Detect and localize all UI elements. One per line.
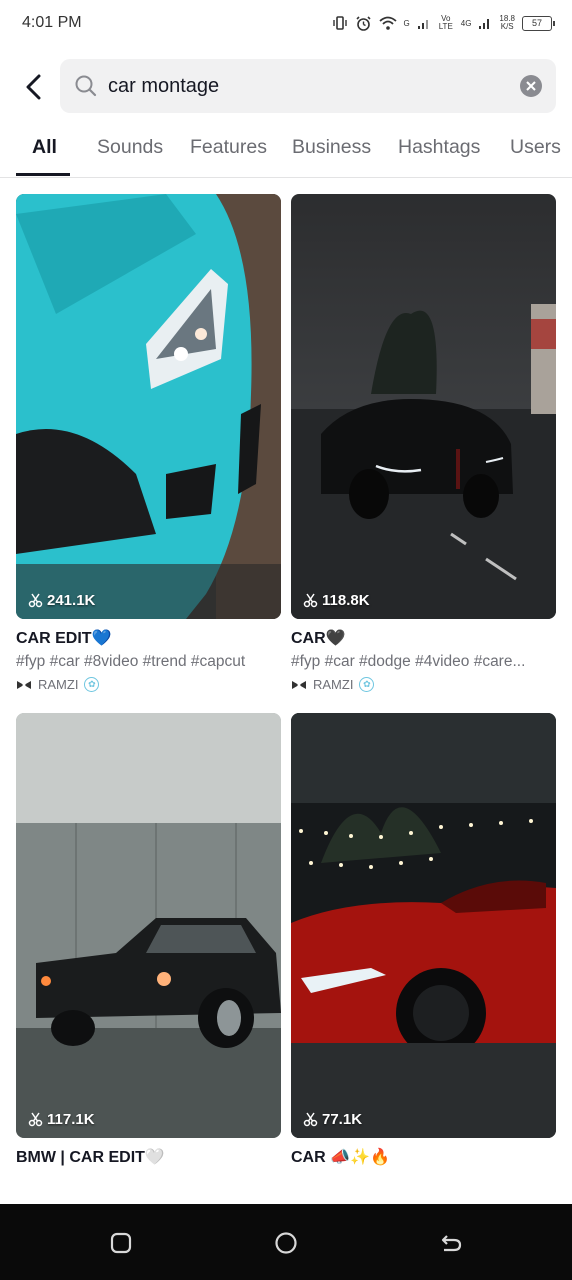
uses-count-value: 118.8K [322,592,370,609]
clear-search-button[interactable] [520,75,542,97]
card-title: BMW | CAR EDIT🤍 [16,1149,165,1166]
result-card[interactable]: 118.8K CAR🖤 #fyp #car #dodge #4video #ca… [291,194,556,692]
tab-business[interactable]: Business [292,136,371,159]
signal-icon [417,12,431,34]
scissors-icon [303,1112,318,1127]
tab-sounds[interactable]: Sounds [97,136,163,159]
card-hashtags: #fyp #car #8video #trend #capcut [16,653,246,670]
thumbnail-image [291,194,556,619]
card-title: CAR🖤 [291,630,346,647]
back-arrow-icon [26,74,41,100]
thumbnail-image [291,713,556,1138]
video-thumbnail[interactable]: 117.1K [16,713,281,1138]
search-tabs: All Sounds Features Business Hashtags Us… [0,126,572,178]
search-header [0,58,572,118]
result-card[interactable]: 77.1K CAR 📣✨🔥 [291,713,556,1167]
clear-icon [526,81,536,91]
video-thumbnail[interactable]: 118.8K [291,194,556,619]
result-card[interactable]: 241.1K CAR EDIT💙 #fyp #car #8video #tren… [16,194,281,692]
uses-count-value: 241.1K [47,592,96,609]
uses-count: 77.1K [303,1111,362,1128]
card-author[interactable]: RAMZI ✿ [291,677,556,692]
results-grid: 241.1K CAR EDIT💙 #fyp #car #8video #tren… [0,194,572,1204]
card-hashtags: #fyp #car #dodge #4video #care... [291,653,526,670]
alarm-icon [355,12,372,34]
tab-features[interactable]: Features [190,136,267,159]
search-icon [75,75,97,97]
verified-badge-icon: ✿ [359,677,375,692]
network-speed-unit: K/S [500,22,514,31]
uses-count: 117.1K [28,1111,95,1128]
network-g-label: G [403,18,410,28]
thumbnail-image [16,713,281,1138]
tab-users[interactable]: Users [510,136,561,159]
status-bar: 4:01 PM G Vo LTE 4G 18.8 K/S 57 [0,0,572,48]
scissors-icon [28,593,43,608]
status-icons: G Vo LTE 4G 18.8 K/S 57 [332,12,555,34]
thumbnail-image [16,194,281,619]
wifi-icon [378,12,397,34]
card-title: CAR EDIT💙 [16,630,112,647]
status-time: 4:01 PM [22,14,82,31]
scissors-icon [28,1112,43,1127]
active-tab-indicator [16,173,70,176]
back-button[interactable] [18,70,50,104]
volte-label: Vo LTE [438,14,453,31]
verified-badge-icon: ✿ [84,677,100,692]
uses-count-value: 77.1K [322,1111,363,1128]
vibrate-icon [332,12,348,34]
network-speed: 18.8 K/S [499,12,515,34]
uses-count: 118.8K [303,592,370,609]
author-logo-icon [17,680,31,689]
uses-count: 241.1K [28,592,95,609]
battery-level: 57 [531,18,542,28]
author-name: RAMZI [313,677,354,692]
system-navigation-bar [0,1204,572,1280]
card-author[interactable]: RAMZI ✿ [16,677,281,692]
author-logo-icon [292,680,306,689]
uses-count-value: 117.1K [47,1111,95,1128]
author-name: RAMZI [38,677,79,692]
battery-icon: 57 [522,15,555,31]
result-card[interactable]: 117.1K BMW | CAR EDIT🤍 [16,713,281,1167]
tab-hashtags[interactable]: Hashtags [398,136,480,159]
scissors-icon [303,593,318,608]
search-input[interactable] [108,73,508,99]
video-thumbnail[interactable]: 241.1K [16,194,281,619]
tab-all[interactable]: All [32,136,57,159]
signal-4g-icon [478,12,492,34]
back-icon[interactable] [438,1230,464,1256]
video-thumbnail[interactable]: 77.1K [291,713,556,1138]
card-title: CAR 📣✨🔥 [291,1149,390,1166]
network-4g-label: 4G [460,18,472,28]
search-bar[interactable] [60,59,556,113]
home-icon[interactable] [273,1230,299,1256]
recent-apps-icon[interactable] [108,1230,134,1256]
